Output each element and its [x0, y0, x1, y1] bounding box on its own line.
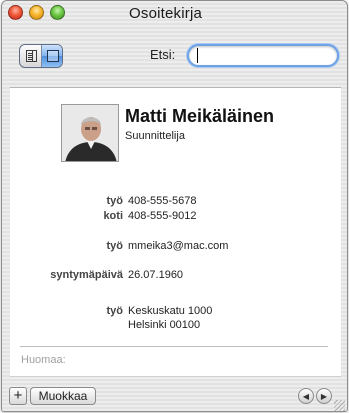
birthday-value: 26.07.1960	[128, 269, 184, 281]
text-cursor	[197, 48, 198, 63]
address-work-label[interactable]: työ	[10, 305, 124, 317]
view-mode-segmented-control	[19, 44, 63, 68]
phone-work-label[interactable]: työ	[10, 195, 124, 207]
next-contact-icon[interactable]: ▶	[316, 388, 332, 404]
search-label: Etsi:	[150, 47, 176, 62]
edit-button[interactable]: Muokkaa	[30, 387, 96, 405]
columns-view-icon	[26, 50, 37, 62]
zoom-window-icon[interactable]	[50, 5, 65, 20]
notes-divider	[20, 346, 328, 347]
list-view-button[interactable]	[20, 45, 41, 67]
previous-contact-icon[interactable]: ◀	[298, 388, 314, 404]
toolbar: Etsi:	[2, 27, 347, 87]
phone-home-label[interactable]: koti	[10, 210, 123, 222]
title-bar[interactable]: Osoitekirja	[2, 1, 347, 27]
address-line-2[interactable]: Helsinki 00100	[128, 318, 200, 332]
bottom-bar: + Muokkaa ◀ ▶	[2, 379, 347, 411]
contact-card: Matti Meikäläinen Suunnittelija työ 408-…	[10, 87, 341, 377]
birthday-label: syntymäpäivä	[50, 269, 123, 281]
close-window-icon[interactable]	[8, 5, 23, 20]
add-contact-button[interactable]: +	[9, 387, 27, 405]
notes-field[interactable]: Huomaa:	[21, 354, 66, 366]
resize-grip-icon[interactable]	[334, 400, 345, 411]
search-field[interactable]	[187, 44, 339, 67]
email-work-label[interactable]: työ	[10, 240, 124, 252]
contact-job-title: Suunnittelija	[125, 130, 185, 142]
card-view-button[interactable]	[40, 45, 62, 67]
minimize-window-icon[interactable]	[29, 5, 44, 20]
email-work-value[interactable]: mmeika3@mac.com	[128, 240, 228, 252]
contact-photo[interactable]	[61, 104, 119, 162]
search-input[interactable]	[197, 48, 327, 63]
person-photo-icon	[62, 105, 118, 161]
contact-name: Matti Meikäläinen	[125, 106, 275, 126]
address-line-1[interactable]: Keskuskatu 1000	[128, 304, 212, 318]
phone-home-value[interactable]: 408-555-9012	[128, 210, 197, 222]
card-view-icon	[46, 50, 59, 62]
phone-work-value[interactable]: 408-555-5678	[128, 195, 197, 207]
address-book-window: Osoitekirja Etsi: Matti Meikäläinen Suun…	[1, 0, 348, 412]
window-title: Osoitekirja	[129, 5, 203, 22]
